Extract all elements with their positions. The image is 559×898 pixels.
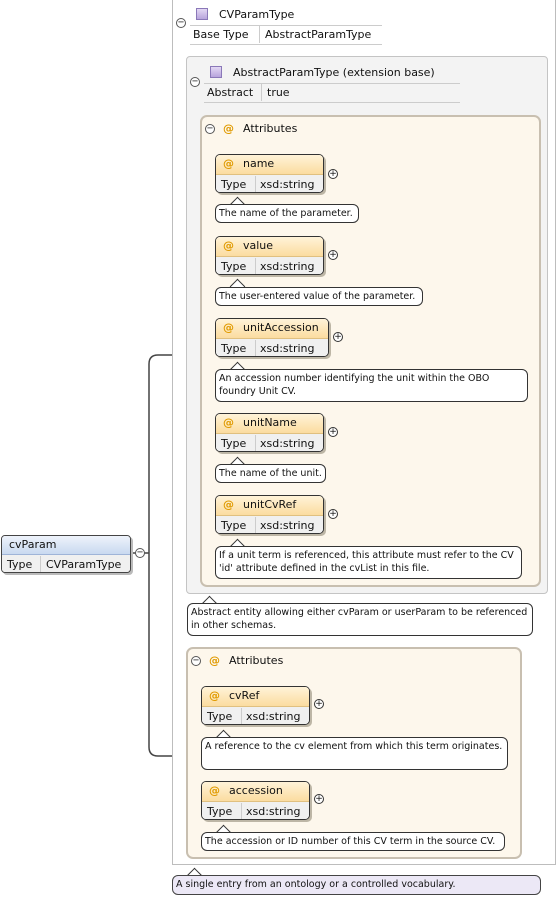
attribute-doc: The accession or ID number of this CV te…: [201, 832, 505, 851]
attribute-marker: @: [223, 321, 234, 334]
element-doc: A single entry from an ontology or a con…: [172, 875, 541, 895]
attribute-marker: @: [209, 784, 220, 797]
attribute-type-value: xsd:string: [260, 260, 315, 273]
attribute-marker: @: [223, 498, 234, 511]
attribute-type-key: Type: [221, 260, 247, 273]
attribute-marker: @: [223, 157, 234, 170]
complex-type-name: CVParamType: [219, 8, 295, 21]
attribute-name: cvRef: [229, 689, 260, 702]
element-cvParam[interactable]: cvParam Type CVParamType: [1, 535, 131, 573]
attribute-name: value: [243, 239, 274, 252]
attribute-type-value: xsd:string: [246, 710, 301, 723]
attribute-type-value: xsd:string: [246, 805, 301, 818]
expand-toggle[interactable]: +: [314, 699, 324, 709]
element-type-key: Type: [7, 558, 33, 571]
attribute-type-key: Type: [207, 805, 233, 818]
expand-toggle[interactable]: +: [328, 169, 338, 179]
element-name: cvParam: [9, 538, 57, 551]
attribute-card-value[interactable]: @ value Type xsd:string: [215, 236, 324, 275]
attribute-type-value: xsd:string: [260, 342, 315, 355]
extension-doc: Abstract entity allowing either cvParam …: [187, 603, 533, 636]
attribute-marker: @: [209, 689, 220, 702]
complex-type-icon: [196, 8, 208, 20]
extension-collapse-toggle[interactable]: −: [190, 77, 200, 87]
attribute-type-key: Type: [221, 178, 247, 191]
complex-type-collapse-toggle[interactable]: −: [176, 18, 186, 28]
attribute-name: accession: [229, 784, 283, 797]
attribute-doc: An accession number identifying the unit…: [215, 369, 528, 402]
attribute-type-value: xsd:string: [260, 519, 315, 532]
attribute-marker: @: [223, 239, 234, 252]
expand-toggle[interactable]: +: [314, 794, 324, 804]
attribute-type-key: Type: [207, 710, 233, 723]
base-type-key: Base Type: [193, 28, 249, 41]
element-collapse-toggle[interactable]: −: [135, 548, 145, 558]
attribute-doc: The user-entered value of the parameter.: [215, 287, 423, 306]
attribute-doc: If a unit term is referenced, this attri…: [215, 546, 522, 579]
attribute-card-cvRef[interactable]: @ cvRef Type xsd:string: [201, 686, 310, 725]
expand-toggle[interactable]: +: [328, 427, 338, 437]
attributes-label: Attributes: [243, 122, 298, 135]
expand-toggle[interactable]: +: [328, 250, 338, 260]
attributes-collapse-toggle[interactable]: −: [191, 656, 201, 666]
attribute-marker: @: [209, 654, 220, 667]
attribute-name: name: [243, 157, 275, 170]
element-header: cvParam: [2, 536, 130, 555]
attribute-type-value: xsd:string: [260, 437, 315, 450]
divider: [261, 84, 262, 101]
base-type-value: AbstractParamType: [265, 28, 372, 41]
attributes-collapse-toggle[interactable]: −: [205, 124, 215, 134]
expand-toggle[interactable]: +: [333, 332, 343, 342]
attribute-type-key: Type: [221, 437, 247, 450]
divider: [259, 26, 260, 43]
attribute-marker: @: [223, 416, 234, 429]
abstract-value: true: [267, 86, 290, 99]
attributes-label: Attributes: [229, 654, 284, 667]
extension-title: AbstractParamType (extension base): [233, 66, 435, 79]
attribute-name: unitName: [243, 416, 297, 429]
abstract-key: Abstract: [207, 86, 254, 99]
divider: [190, 25, 382, 26]
attribute-card-name[interactable]: @ name Type xsd:string: [215, 154, 324, 193]
attribute-card-unitAccession[interactable]: @ unitAccession Type xsd:string: [215, 318, 329, 357]
extension-icon: [210, 66, 222, 78]
attribute-doc: The name of the unit.: [215, 464, 326, 483]
attribute-marker: @: [223, 122, 234, 135]
divider: [204, 102, 460, 103]
expand-toggle[interactable]: +: [328, 509, 338, 519]
attribute-doc: A reference to the cv element from which…: [201, 737, 508, 770]
attribute-card-accession[interactable]: @ accession Type xsd:string: [201, 781, 310, 820]
attribute-type-key: Type: [221, 342, 247, 355]
attribute-card-unitCvRef[interactable]: @ unitCvRef Type xsd:string: [215, 495, 324, 534]
element-type-row: Type CVParamType: [2, 555, 130, 572]
attribute-card-unitName[interactable]: @ unitName Type xsd:string: [215, 413, 324, 452]
attribute-doc: The name of the parameter.: [215, 204, 359, 223]
attribute-type-key: Type: [221, 519, 247, 532]
attribute-type-value: xsd:string: [260, 178, 315, 191]
element-type-value: CVParamType: [46, 558, 122, 571]
divider: [190, 44, 382, 45]
divider: [204, 83, 460, 84]
attribute-name: unitCvRef: [243, 498, 297, 511]
attribute-name: unitAccession: [243, 321, 319, 334]
